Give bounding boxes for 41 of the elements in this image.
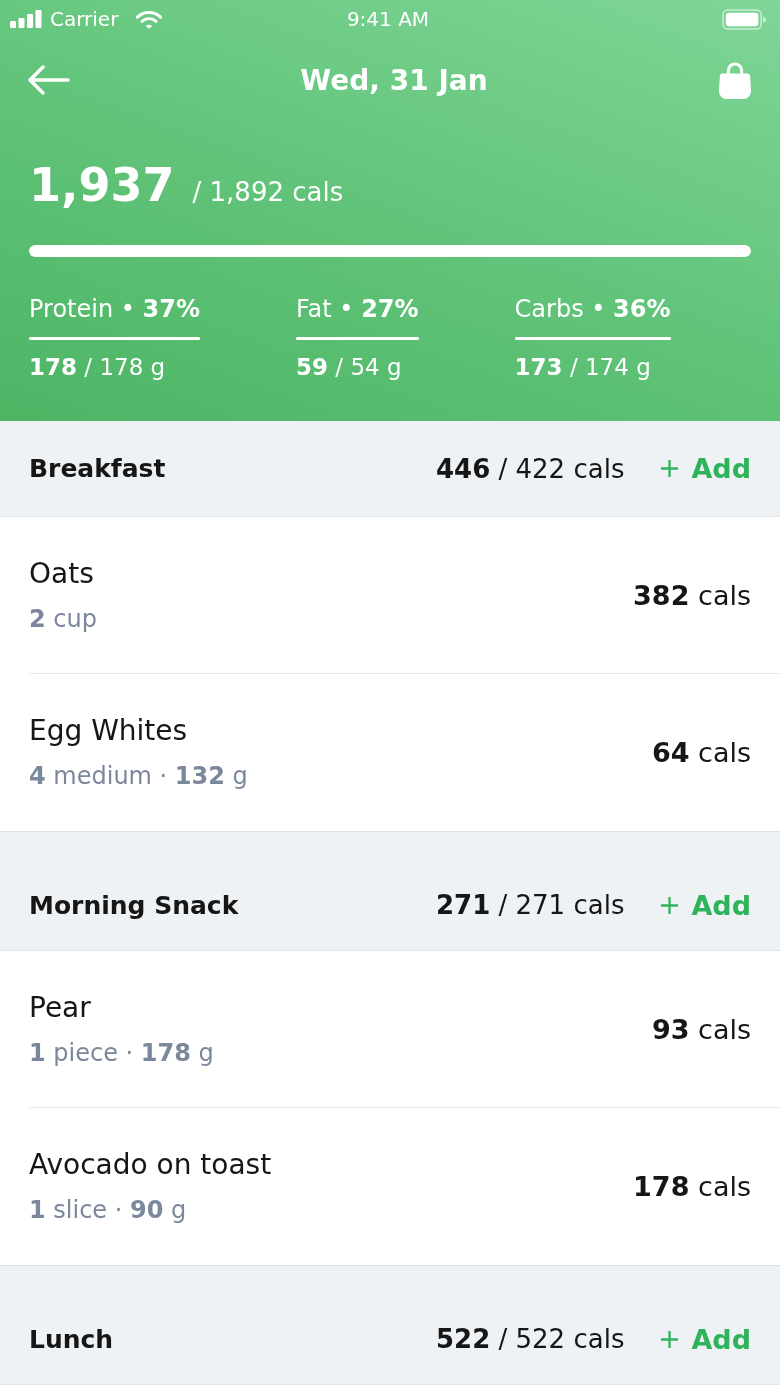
signal-icon: [10, 10, 42, 28]
macro-label: Protein • 37%: [29, 295, 200, 323]
food-name: Egg Whites: [29, 714, 188, 748]
add-button[interactable]: Add: [660, 889, 751, 921]
food-name: Pear: [29, 990, 91, 1025]
wifi-icon: [136, 9, 163, 29]
battery-icon: [722, 8, 766, 30]
carrier-name: Carrier: [50, 7, 119, 31]
bag-icon: [718, 61, 752, 99]
macro-label: Fat • 27%: [296, 295, 419, 323]
macro-amount: 59 / 54 g: [296, 353, 402, 382]
meal-name: Breakfast: [29, 454, 167, 483]
food-calories: 64 cals: [651, 737, 751, 768]
plus-icon: [660, 1329, 680, 1349]
meal-name: Morning Snack: [29, 890, 240, 920]
back-arrow-icon: [28, 65, 70, 95]
food-calories: 93 cals: [651, 1013, 751, 1045]
add-button[interactable]: Add: [660, 453, 751, 484]
food-portion: 4 medium · 132 g: [29, 761, 248, 791]
food-portion: 2 cup: [29, 603, 97, 634]
food-calories: 382 cals: [633, 579, 751, 611]
food-calories: 178 cals: [633, 1171, 751, 1202]
meal-calories: 446 / 422 cals: [435, 453, 625, 484]
food-portion: 1 piece · 178 g: [29, 1037, 214, 1068]
meal-calories: 271 / 271 cals: [435, 890, 625, 920]
add-button[interactable]: Add: [660, 1323, 751, 1355]
plus-icon: [660, 459, 680, 478]
macro-amount: 173 / 174 g: [514, 353, 651, 382]
meal-name: Lunch: [29, 1324, 115, 1354]
food-name: Avocado on toast: [29, 1148, 272, 1182]
calories-consumed: 1,937: [29, 157, 175, 214]
meal-calories: 522 / 522 cals: [435, 1324, 625, 1354]
food-name: Oats: [29, 556, 94, 591]
macro-label: Carbs • 36%: [514, 295, 671, 323]
status-time: 9:41 AM: [346, 7, 430, 31]
calories-target: / 1,892 cals: [192, 177, 344, 207]
date-title: Wed, 31 Jan: [300, 63, 488, 97]
plus-icon: [660, 895, 680, 915]
macro-amount: 178 / 178 g: [29, 353, 166, 382]
food-portion: 1 slice · 90 g: [29, 1195, 187, 1225]
back-button[interactable]: [26, 63, 72, 97]
